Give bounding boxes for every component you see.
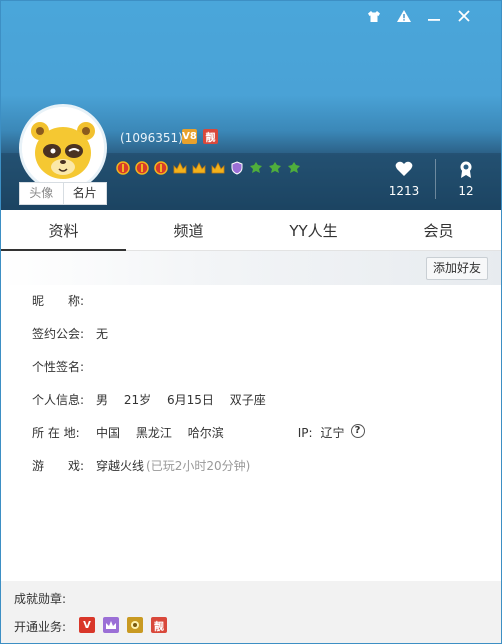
v-service-icon[interactable]: V bbox=[79, 617, 95, 633]
lantern-medal-icon[interactable] bbox=[115, 160, 131, 176]
city-value: 哈尔滨 bbox=[187, 426, 224, 440]
close-icon[interactable] bbox=[457, 9, 471, 23]
age-value: 21岁 bbox=[123, 393, 152, 407]
tab-profile[interactable]: 资料 bbox=[1, 211, 126, 251]
game-value: 穿越火线 (已玩2小时20分钟) bbox=[96, 457, 262, 475]
honors-stat[interactable]: 12 bbox=[446, 161, 486, 198]
profile-info: 昵 称: 签约公会: 无 个性签名: 个人信息: 男 21岁 6月15日 双子座… bbox=[32, 292, 492, 490]
skin-icon[interactable] bbox=[367, 9, 381, 23]
leaf-medal-icon[interactable] bbox=[286, 160, 302, 176]
leaf-medal-icon[interactable] bbox=[248, 160, 264, 176]
heart-icon bbox=[384, 161, 424, 179]
personal-info-row: 个人信息: 男 21岁 6月15日 双子座 bbox=[32, 391, 492, 424]
ribbon-medal-icon bbox=[446, 161, 486, 179]
guild-value: 无 bbox=[96, 327, 109, 341]
gold-service-icon[interactable] bbox=[127, 617, 143, 633]
zodiac-value: 双子座 bbox=[229, 393, 266, 407]
achievements-label: 成就勋章: bbox=[14, 592, 67, 606]
report-icon[interactable] bbox=[397, 9, 411, 23]
likes-stat[interactable]: 1213 bbox=[384, 161, 424, 198]
tab-membership[interactable]: 会员 bbox=[376, 211, 501, 250]
liang-service-icon[interactable]: 靓 bbox=[151, 617, 167, 633]
services-label: 开通业务: bbox=[14, 620, 67, 634]
profile-window: 头像 名片 (1096351) V8 靓 1213 12 资料 频道 YY人生 … bbox=[0, 0, 502, 644]
personal-info-value: 男 21岁 6月15日 双子座 bbox=[96, 391, 278, 409]
honors-count: 12 bbox=[458, 184, 474, 198]
card-tab-button[interactable]: 名片 bbox=[62, 183, 107, 204]
purple-service-icon[interactable] bbox=[103, 617, 119, 633]
avatar[interactable] bbox=[19, 104, 107, 192]
tab-channel[interactable]: 频道 bbox=[126, 211, 251, 250]
ip-label: IP: bbox=[297, 426, 313, 440]
crown-medal-icon[interactable] bbox=[210, 160, 226, 176]
game-row: 游 戏: 穿越火线 (已玩2小时20分钟) bbox=[32, 457, 492, 490]
game-label: 游 戏: bbox=[32, 459, 85, 473]
add-friend-button[interactable]: 添加好友 bbox=[425, 257, 488, 280]
avatar-tab-button[interactable]: 头像 bbox=[20, 183, 63, 204]
game-name[interactable]: 穿越火线 bbox=[96, 459, 144, 473]
gender-value: 男 bbox=[96, 393, 109, 407]
crown-medal-icon[interactable] bbox=[172, 160, 188, 176]
nickname-row: 昵 称: bbox=[32, 292, 492, 325]
signature-row: 个性签名: bbox=[32, 358, 492, 391]
v8-badge-icon[interactable]: V8 bbox=[182, 129, 197, 144]
guild-row: 签约公会: 无 bbox=[32, 325, 492, 358]
lantern-medal-icon[interactable] bbox=[134, 160, 150, 176]
ip-value: 辽宁 bbox=[320, 426, 345, 440]
minimize-icon[interactable] bbox=[427, 9, 441, 23]
lantern-medal-icon[interactable] bbox=[153, 160, 169, 176]
user-id: (1096351) bbox=[120, 131, 183, 145]
shield-medal-icon[interactable] bbox=[229, 160, 245, 176]
game-playtime: (已玩2小时20分钟) bbox=[146, 459, 251, 473]
province-value: 黑龙江 bbox=[135, 426, 172, 440]
medal-list bbox=[115, 160, 302, 176]
profile-tabs: 资料 频道 YY人生 会员 bbox=[1, 211, 501, 251]
leaf-medal-icon[interactable] bbox=[267, 160, 283, 176]
stat-divider bbox=[435, 159, 436, 199]
personal-info-label: 个人信息: bbox=[32, 393, 85, 407]
location-row: 所 在 地: 中国 黑龙江 哈尔滨 IP: 辽宁 ? bbox=[32, 424, 492, 457]
country-value: 中国 bbox=[96, 426, 121, 440]
liang-badge-icon[interactable]: 靓 bbox=[203, 129, 218, 144]
window-controls bbox=[367, 9, 471, 23]
uid-badges: V8 靓 bbox=[182, 129, 218, 144]
crown-medal-icon[interactable] bbox=[191, 160, 207, 176]
action-toolbar: 添加好友 bbox=[1, 251, 501, 285]
birthday-value: 6月15日 bbox=[166, 393, 214, 407]
tab-yy-life[interactable]: YY人生 bbox=[251, 211, 376, 250]
services-list: V 靓 bbox=[79, 617, 167, 633]
location-value: 中国 黑龙江 哈尔滨 bbox=[96, 424, 236, 442]
profile-header: 头像 名片 (1096351) V8 靓 1213 12 bbox=[1, 1, 501, 210]
help-icon[interactable]: ? bbox=[350, 424, 365, 438]
signature-label: 个性签名: bbox=[32, 360, 85, 374]
avatar-buttons: 头像 名片 bbox=[19, 182, 107, 205]
profile-footer: 成就勋章: 开通业务: V 靓 bbox=[1, 581, 501, 643]
guild-label: 签约公会: bbox=[32, 327, 85, 341]
nickname-label: 昵 称: bbox=[32, 294, 85, 308]
likes-count: 1213 bbox=[388, 184, 420, 198]
location-label: 所 在 地: bbox=[32, 426, 80, 440]
